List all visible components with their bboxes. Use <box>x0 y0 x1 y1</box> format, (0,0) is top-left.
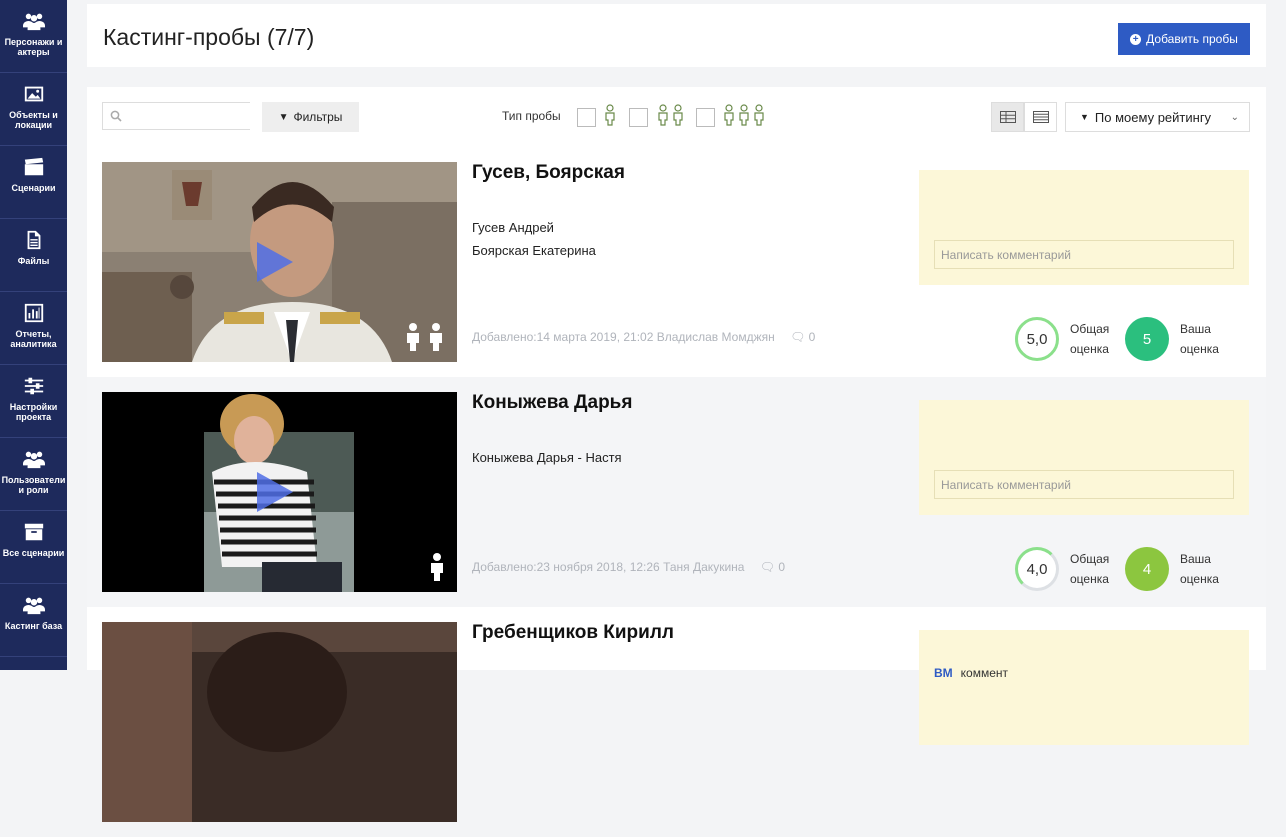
actor-name: Боярская Екатерина <box>472 243 596 258</box>
chevron-down-icon: ⌄ <box>1230 111 1239 123</box>
audition-row: Гусев, Боярская Гусев Андрей Боярская Ек… <box>87 147 1266 377</box>
filter-icon: ▼ <box>278 111 289 123</box>
sidebar-item-characters[interactable]: Персонажи и актеры <box>0 0 67 73</box>
sidebar-item-label: Файлы <box>17 256 50 266</box>
single-person-icon <box>431 553 443 581</box>
list-view-button[interactable] <box>1024 102 1057 132</box>
type-single-checkbox[interactable] <box>577 108 596 127</box>
audition-type-label: Тип пробы <box>502 109 561 123</box>
filters-button[interactable]: ▼ Фильтры <box>262 102 359 132</box>
sidebar-item-label: Пользователи и роли <box>1 475 66 495</box>
row-meta: Добавлено:14 марта 2019, 21:02 Владислав… <box>472 330 815 344</box>
auditions-panel: ▼ Фильтры Тип пробы ▼ По моему рейтингу … <box>87 87 1266 822</box>
row-title[interactable]: Гребенщиков Кирилл <box>472 622 674 644</box>
actor-name: Гусев Андрей <box>472 220 554 235</box>
video-thumbnail[interactable] <box>102 392 457 592</box>
my-rating[interactable]: 5 <box>1125 317 1169 361</box>
sidebar-item-reports[interactable]: Отчеты, аналитика <box>0 292 67 365</box>
my-rating-label: Ваша оценка <box>1180 322 1219 356</box>
filters-label: Фильтры <box>293 110 343 124</box>
my-rating[interactable]: 4 <box>1125 547 1169 591</box>
author-name: Владислав Момджян <box>656 330 775 344</box>
audition-row: Коныжева Дарья Коныжева Дарья - Настя До… <box>87 377 1266 607</box>
play-icon <box>257 242 293 282</box>
grid-icon <box>999 111 1016 123</box>
total-rating-label: Общая оценка <box>1070 552 1110 586</box>
comment-box: ВМ коммент <box>919 630 1249 745</box>
sidebar-item-label: Персонажи и актеры <box>4 37 63 57</box>
grid-view-button[interactable] <box>991 102 1024 132</box>
single-person-icon <box>605 104 615 126</box>
page-header: Кастинг-пробы (7/7) + Добавить пробы <box>87 4 1266 67</box>
comment-entry: ВМ коммент <box>934 666 1008 680</box>
list-icon <box>1032 111 1049 123</box>
total-rating: 5,0 <box>1015 317 1059 361</box>
users-icon <box>22 13 45 31</box>
comment-count: 🗨 0 <box>790 330 816 344</box>
comment-box <box>919 170 1249 285</box>
sidebar-item-label: Все сценарии <box>2 548 65 558</box>
play-icon <box>257 472 293 512</box>
archive-icon <box>24 523 43 541</box>
row-meta: Добавлено:23 ноября 2018, 12:26 Таня Дак… <box>472 560 785 574</box>
added-date: Добавлено:23 ноября 2018, 12:26 <box>472 560 660 574</box>
sidebar-item-scripts[interactable]: Сценарии <box>0 146 67 219</box>
two-people-icon <box>407 323 442 351</box>
author-name: Таня Дакукина <box>663 560 745 574</box>
comment-input[interactable] <box>934 470 1234 499</box>
clapperboard-icon <box>24 157 43 176</box>
video-thumbnail[interactable] <box>102 622 457 822</box>
search-input[interactable] <box>127 103 251 129</box>
sidebar-item-files[interactable]: Файлы <box>0 219 67 292</box>
image-icon <box>24 86 43 102</box>
add-auditions-label: Добавить пробы <box>1146 32 1238 46</box>
file-icon <box>27 230 40 250</box>
sidebar-item-label: Настройки проекта <box>9 402 58 422</box>
type-pair-checkbox[interactable] <box>629 108 648 127</box>
my-rating-label: Ваша оценка <box>1180 552 1219 586</box>
two-people-icon <box>658 104 683 126</box>
total-rating-label: Общая оценка <box>1070 322 1110 356</box>
sidebar-item-objects[interactable]: Объекты и локации <box>0 73 67 146</box>
users-icon <box>22 451 45 469</box>
comment-box <box>919 400 1249 515</box>
sidebar-item-label: Сценарии <box>11 183 56 193</box>
video-frame <box>102 622 457 822</box>
sidebar-item-settings[interactable]: Настройки проекта <box>0 365 67 438</box>
bar-chart-icon <box>24 303 43 323</box>
video-thumbnail[interactable] <box>102 162 457 362</box>
sort-dropdown[interactable]: ▼ По моему рейтингу ⌄ <box>1065 102 1250 132</box>
add-auditions-button[interactable]: + Добавить пробы <box>1118 23 1250 55</box>
row-title[interactable]: Коныжева Дарья <box>472 392 632 414</box>
comment-author: ВМ <box>934 666 953 680</box>
type-group-checkbox[interactable] <box>696 108 715 127</box>
row-title[interactable]: Гусев, Боярская <box>472 162 625 184</box>
search-box <box>102 102 251 130</box>
sidebar-item-label: Объекты и локации <box>9 110 58 130</box>
plus-icon: + <box>1130 33 1142 45</box>
page-title: Кастинг-пробы (7/7) <box>103 24 315 50</box>
users-icon <box>22 597 45 615</box>
actor-name: Коныжева Дарья - Настя <box>472 450 622 465</box>
comment-input[interactable] <box>934 240 1234 269</box>
caret-down-icon: ▼ <box>1080 112 1089 122</box>
sliders-icon <box>24 377 43 395</box>
total-rating: 4,0 <box>1015 547 1059 591</box>
comment-text: коммент <box>960 666 1009 680</box>
added-date: Добавлено:14 марта 2019, 21:02 <box>472 330 654 344</box>
sidebar-item-users[interactable]: Пользователи и роли <box>0 438 67 511</box>
sort-label: По моему рейтингу <box>1094 109 1212 125</box>
audition-row: Гребенщиков Кирилл ВМ коммент <box>87 607 1266 837</box>
group-people-icon <box>724 104 764 126</box>
sidebar-item-label: Отчеты, аналитика <box>10 329 57 349</box>
comment-count: 🗨 0 <box>759 560 786 574</box>
sidebar-item-all-scripts[interactable]: Все сценарии <box>0 511 67 584</box>
sidebar-item-casting-base[interactable]: Кастинг база <box>0 584 67 657</box>
search-icon <box>110 110 122 122</box>
sidebar-item-label: Кастинг база <box>4 621 63 631</box>
sidebar: Персонажи и актеры Объекты и локации Сце… <box>0 0 67 670</box>
